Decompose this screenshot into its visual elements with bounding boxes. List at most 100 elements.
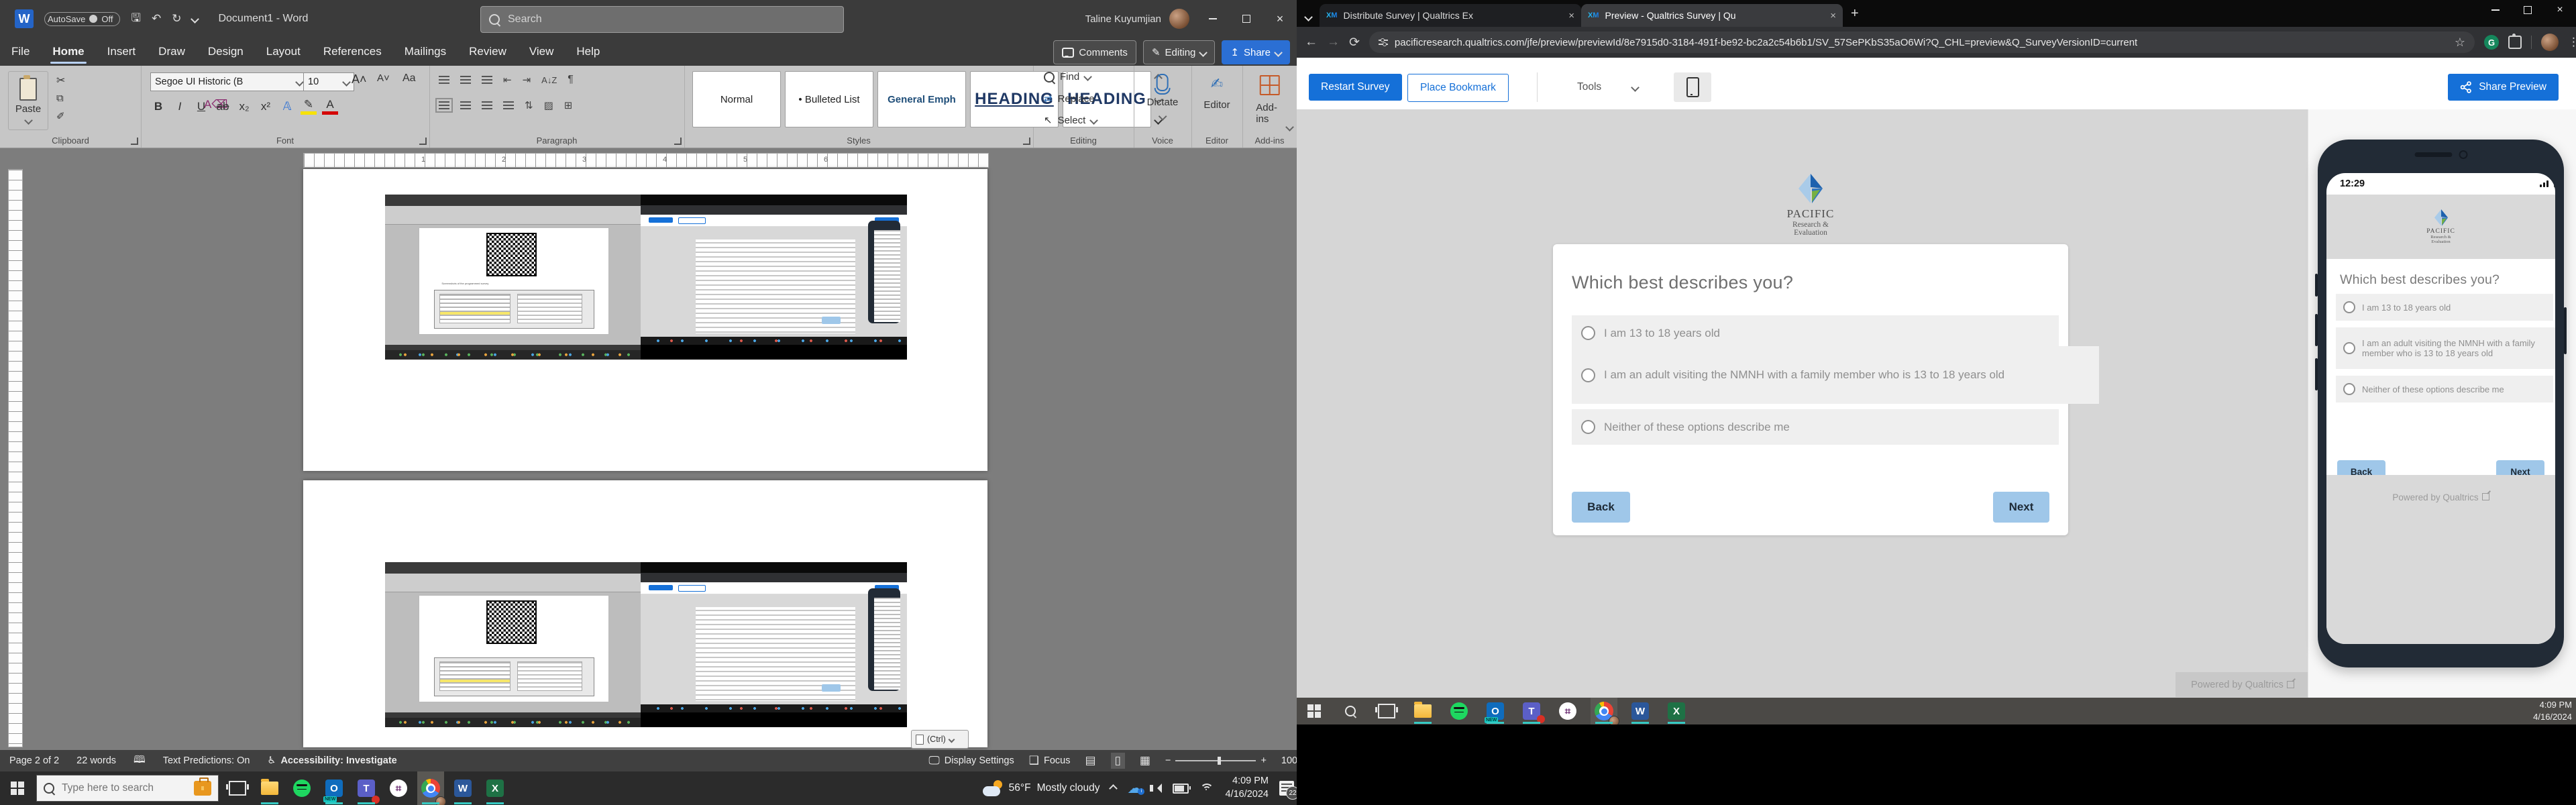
- justify-icon[interactable]: [503, 101, 514, 109]
- font-dialog-launcher-icon[interactable]: [419, 138, 427, 145]
- cut-icon[interactable]: ✂: [56, 74, 65, 87]
- tools-dropdown[interactable]: Tools: [1577, 74, 1638, 101]
- subscript-button[interactable]: x₂: [236, 100, 252, 113]
- onedrive-icon[interactable]: ☁i: [1127, 782, 1142, 795]
- task-view-button[interactable]: [1373, 698, 1400, 724]
- read-mode-icon[interactable]: ▤: [1085, 754, 1095, 767]
- text-predictions[interactable]: Text Predictions: On: [163, 755, 250, 766]
- clock[interactable]: 4:09 PM 4/16/2024: [1225, 775, 1269, 801]
- taskbar-slack[interactable]: ⌗: [1554, 698, 1581, 724]
- action-center-icon[interactable]: 22: [1279, 781, 1294, 796]
- taskbar-outlook[interactable]: ONEW: [321, 771, 347, 805]
- horizontal-ruler[interactable]: 1 2 3 4 5 6: [303, 153, 989, 168]
- taskbar-chrome[interactable]: [1591, 698, 1617, 724]
- tab-home[interactable]: Home: [41, 38, 95, 66]
- paragraph-dialog-launcher-icon[interactable]: [674, 138, 682, 145]
- new-tab-icon[interactable]: +: [1851, 6, 1859, 21]
- radio-icon[interactable]: [1581, 420, 1595, 434]
- taskbar-word[interactable]: W: [1627, 698, 1654, 724]
- start-button[interactable]: [1301, 698, 1328, 724]
- collapse-ribbon-icon[interactable]: [1285, 123, 1294, 131]
- survey-option-1[interactable]: I am 13 to 18 years old: [2336, 294, 2553, 321]
- zoom-out-icon[interactable]: −: [1165, 755, 1171, 766]
- survey-option-3[interactable]: Neither of these options describe me: [1572, 409, 2059, 445]
- tab-mailings[interactable]: Mailings: [393, 38, 458, 66]
- shading-icon[interactable]: ▨: [544, 99, 553, 111]
- taskbar-teams[interactable]: T: [1518, 698, 1545, 724]
- autosave-toggle[interactable]: AutoSave Off: [44, 12, 120, 26]
- taskbar-spotify[interactable]: [1446, 698, 1472, 724]
- change-case-icon[interactable]: Aa: [402, 72, 416, 85]
- restart-survey-button[interactable]: Restart Survey: [1309, 74, 1402, 101]
- redo-icon[interactable]: ↻: [172, 12, 181, 25]
- bookmark-star-icon[interactable]: ☆: [2455, 36, 2465, 50]
- chrome-tab-preview[interactable]: XM Preview - Qualtrics Survey | Qu ×: [1581, 4, 1843, 27]
- weather-widget[interactable]: 56°F Mostly cloudy: [983, 780, 1100, 796]
- word-count[interactable]: 22 words: [76, 755, 116, 766]
- taskbar-word[interactable]: W: [449, 771, 476, 805]
- search-input[interactable]: [506, 13, 835, 26]
- bold-button[interactable]: B: [150, 100, 166, 113]
- close-button[interactable]: ×: [2544, 0, 2576, 20]
- align-left-icon[interactable]: [439, 101, 449, 109]
- word-search-box[interactable]: [480, 6, 844, 33]
- task-view-button[interactable]: [224, 771, 251, 805]
- grow-font-icon[interactable]: A˄: [352, 72, 367, 87]
- next-button[interactable]: Next: [1993, 492, 2049, 523]
- reload-icon[interactable]: ⟳: [1349, 35, 1360, 50]
- taskbar-file-explorer[interactable]: [1409, 698, 1436, 724]
- document-page-2[interactable]: [303, 480, 987, 747]
- font-size-select[interactable]: 10: [303, 72, 354, 91]
- highlight-color-icon[interactable]: ✎: [301, 98, 317, 115]
- numbered-list-icon[interactable]: [460, 76, 471, 84]
- style-normal[interactable]: Normal: [692, 71, 781, 127]
- extensions-icon[interactable]: [2508, 36, 2522, 49]
- align-center-icon[interactable]: [460, 101, 471, 109]
- share-preview-button[interactable]: Share Preview: [2448, 74, 2559, 101]
- tab-insert[interactable]: Insert: [96, 38, 148, 66]
- start-button[interactable]: [4, 775, 31, 802]
- share-button[interactable]: ↥ Share: [1222, 40, 1290, 64]
- restore-button[interactable]: [1230, 0, 1263, 38]
- accessibility-status[interactable]: ♿ Accessibility: Investigate: [267, 755, 396, 766]
- copy-icon[interactable]: ⧉: [56, 93, 64, 104]
- radio-icon[interactable]: [1581, 368, 1595, 382]
- style-general-emph[interactable]: General Emph: [877, 71, 966, 127]
- tab-draw[interactable]: Draw: [147, 38, 197, 66]
- editing-mode-button[interactable]: ✎ Editing: [1143, 40, 1215, 64]
- tab-review[interactable]: Review: [458, 38, 518, 66]
- multilevel-list-icon[interactable]: [482, 76, 492, 84]
- superscript-button[interactable]: x²: [258, 100, 274, 113]
- mobile-view-toggle[interactable]: [1674, 72, 1711, 102]
- volume-icon[interactable]: [1152, 784, 1162, 793]
- styles-dialog-launcher-icon[interactable]: [1023, 138, 1030, 145]
- undo-icon[interactable]: ↶: [152, 12, 161, 25]
- page-indicator[interactable]: Page 2 of 2: [9, 755, 59, 766]
- decrease-indent-icon[interactable]: ⇤: [503, 74, 512, 86]
- print-layout-icon[interactable]: ▯: [1111, 753, 1125, 769]
- clipboard-dialog-launcher-icon[interactable]: [131, 138, 138, 145]
- survey-option-2[interactable]: I am an adult visiting the NMNH with a f…: [2336, 327, 2555, 369]
- wifi-icon[interactable]: [1199, 782, 1214, 794]
- font-name-select[interactable]: Segoe UI Historic (B: [150, 72, 307, 91]
- web-layout-icon[interactable]: ▦: [1140, 754, 1150, 767]
- tab-view[interactable]: View: [518, 38, 566, 66]
- tab-search-icon[interactable]: [1297, 14, 1320, 20]
- zoom-in-icon[interactable]: +: [1260, 755, 1266, 766]
- radio-icon[interactable]: [2343, 383, 2355, 395]
- clock[interactable]: 4:09 PM 4/16/2024: [2533, 699, 2576, 722]
- taskbar-outlook[interactable]: ONEW: [1482, 698, 1509, 724]
- proofing-icon[interactable]: 🕮: [133, 753, 146, 769]
- taskbar-teams[interactable]: T: [353, 771, 380, 805]
- radio-icon[interactable]: [2343, 301, 2355, 313]
- place-bookmark-button[interactable]: Place Bookmark: [1407, 74, 1509, 102]
- style-bulleted-list[interactable]: • Bulleted List: [785, 71, 873, 127]
- taskbar-chrome[interactable]: [417, 771, 444, 805]
- tab-references[interactable]: References: [312, 38, 393, 66]
- replace-button[interactable]: ⇄Replace: [1044, 93, 1095, 105]
- radio-icon[interactable]: [1581, 326, 1595, 340]
- taskbar-excel[interactable]: X: [482, 771, 508, 805]
- chrome-menu-icon[interactable]: ⋮: [2568, 36, 2576, 49]
- text-effects-icon[interactable]: 𝔸: [279, 100, 295, 113]
- increase-indent-icon[interactable]: ⇥: [523, 74, 531, 86]
